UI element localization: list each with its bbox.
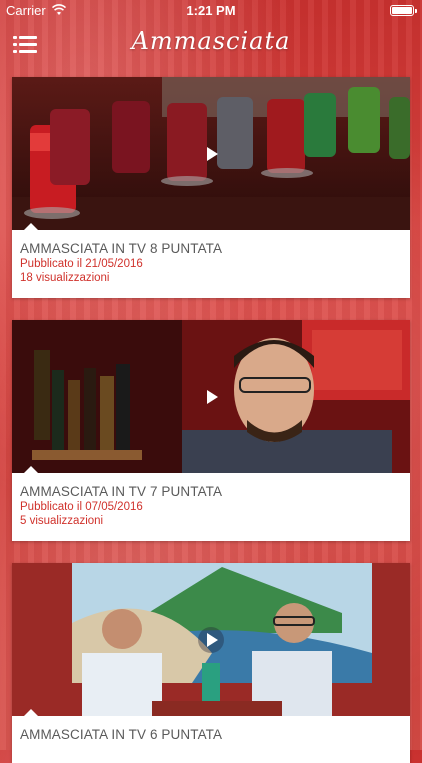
video-thumbnail[interactable] <box>12 320 410 473</box>
video-thumbnail[interactable] <box>12 77 410 230</box>
app-title: Ammasciata <box>131 27 291 55</box>
video-published-date: Pubblicato il 07/05/2016 <box>20 501 143 513</box>
video-card[interactable]: AMMASCIATA IN TV 7 PUNTATA Pubblicato il… <box>12 320 410 541</box>
battery-icon <box>390 5 417 16</box>
thumbnail-notch <box>24 466 38 473</box>
video-title: AMMASCIATA IN TV 7 PUNTATA <box>20 484 223 499</box>
play-icon[interactable] <box>198 141 224 167</box>
thumbnail-notch <box>24 223 38 230</box>
status-bar: Carrier 1:21 PM <box>0 0 422 22</box>
video-view-count: 5 visualizzazioni <box>20 515 104 527</box>
video-view-count: 18 visualizzazioni <box>20 272 110 284</box>
video-title: AMMASCIATA IN TV 8 PUNTATA <box>20 241 223 256</box>
clock: 1:21 PM <box>186 3 236 18</box>
thumbnail-notch <box>24 709 38 716</box>
play-icon[interactable] <box>198 626 224 653</box>
play-icon[interactable] <box>198 384 224 410</box>
navigation-bar: Ammasciata <box>0 22 422 66</box>
video-card[interactable]: AMMASCIATA IN TV 8 PUNTATA Pubblicato il… <box>12 77 410 298</box>
video-card[interactable]: AMMASCIATA IN TV 6 PUNTATA <box>12 563 410 763</box>
video-title: AMMASCIATA IN TV 6 PUNTATA <box>20 727 223 742</box>
video-thumbnail[interactable] <box>12 563 410 716</box>
video-published-date: Pubblicato il 21/05/2016 <box>20 258 143 270</box>
